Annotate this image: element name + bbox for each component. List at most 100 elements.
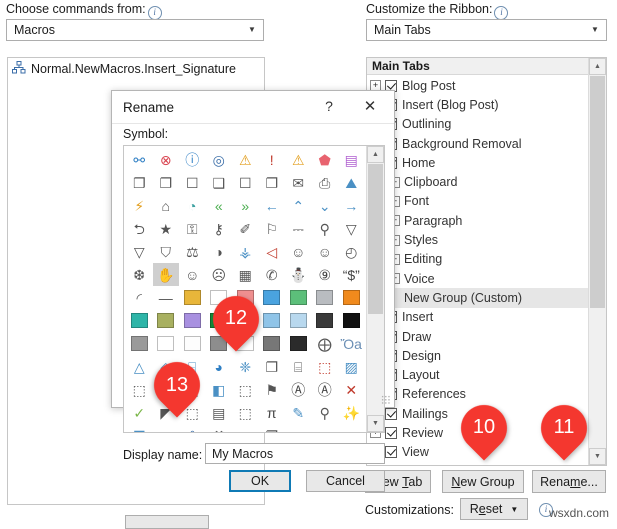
symbol-cell[interactable]: ▷ [153,424,180,433]
symbol-cell[interactable] [179,309,206,332]
list-item[interactable]: Normal.NewMacros.Insert_Signature [8,58,264,78]
tree-item[interactable]: +Insert [367,308,590,327]
symbol-cell[interactable]: ⚖ [179,240,206,263]
symbol-cell[interactable]: ☺ [285,240,312,263]
symbol-cell[interactable]: ✋ [153,263,180,286]
symbol-cell[interactable] [285,286,312,309]
tree-item[interactable]: +Outlining [367,115,590,134]
symbol-cell[interactable]: ⚶ [232,240,259,263]
symbol-cell[interactable]: π [259,401,286,424]
symbol-cell[interactable]: ⚠ [232,148,259,171]
close-icon[interactable]: ✕ [350,91,390,121]
symbol-cell[interactable]: ❐ [153,171,180,194]
tree-item[interactable]: +Insert (Blog Post) [367,95,590,114]
chevron-down-icon[interactable]: ▼ [510,505,518,514]
symbol-cell[interactable]: ⬚ [312,424,339,433]
ok-button[interactable]: OK [229,470,291,492]
symbol-cell[interactable]: ⎙ [312,171,339,194]
tree-item[interactable]: +Background Removal [367,134,590,153]
symbol-cell[interactable]: ⌸ [285,355,312,378]
symbol-cell[interactable]: ⬚ [126,378,153,401]
symbol-cell[interactable]: ❆ [126,263,153,286]
symbol-cell[interactable]: ◔ [179,194,206,217]
symbol-cell[interactable]: ☰ [126,424,153,433]
tree-item[interactable]: +Clipboard [367,172,590,191]
symbol-cell[interactable]: ❐ [259,355,286,378]
chevron-down-icon[interactable]: ▼ [584,20,606,40]
symbol-cell[interactable]: ⬚ [285,424,312,433]
symbol-cell[interactable]: ⚲ [312,217,339,240]
symbol-cell[interactable]: Ⓐ [285,378,312,401]
info-icon[interactable]: i [494,6,508,20]
symbol-cell[interactable]: ❑ [206,171,233,194]
symbol-cell[interactable] [338,286,365,309]
symbol-cell[interactable]: ▤ [338,148,365,171]
tree-item[interactable]: +Voice [367,269,590,288]
symbol-cell[interactable]: ⌃ [285,194,312,217]
symbol-cell[interactable] [285,332,312,355]
tree-scrollbar[interactable]: ▲ ▼ [588,58,606,465]
tree-item[interactable]: New Group (Custom) [367,288,590,307]
tree-item[interactable]: -Home [367,153,590,172]
symbol-cell[interactable]: ⚑ [259,378,286,401]
chevron-down-icon[interactable]: ▼ [241,20,263,40]
symbol-cell[interactable]: ❈ [232,355,259,378]
symbol-cell[interactable] [126,309,153,332]
rename-button[interactable]: Rename... [532,470,606,493]
symbol-cell[interactable]: ❐ [126,171,153,194]
symbol-cell[interactable]: ✕ [338,378,365,401]
symbol-cell[interactable]: ⑨ [312,263,339,286]
symbol-cell[interactable]: ⚡ [126,194,153,217]
symbol-cell[interactable]: ◑ [206,240,233,263]
symbol-cell[interactable]: Ⓐ [312,378,339,401]
symbol-cell[interactable]: ✎ [285,401,312,424]
symbol-cell[interactable] [259,332,286,355]
symbol-cell[interactable]: ◌ [232,424,259,433]
symbol-cell[interactable]: ⎓ [285,217,312,240]
symbol-cell[interactable]: Ὄa [338,332,365,355]
symbol-cell[interactable]: ⬚ [232,378,259,401]
symbol-cell[interactable]: ▽ [126,240,153,263]
symbol-cell[interactable]: ⛄ [285,263,312,286]
symbol-cell[interactable]: ❐ [259,424,286,433]
symbol-cell[interactable]: ⌄ [312,194,339,217]
symbol-cell[interactable]: ✨ [338,401,365,424]
symbol-cell[interactable]: ❐ [259,171,286,194]
symbol-grid-scrollbar[interactable]: ▲ ▼ [366,146,384,432]
symbol-cell[interactable]: ◇ [338,424,365,433]
symbol-cell[interactable]: ✓ [126,401,153,424]
symbol-cell[interactable]: ⨁ [312,332,339,355]
symbol-cell[interactable]: ⛉ [153,240,180,263]
scroll-up-icon[interactable]: ▲ [589,58,606,75]
symbol-cell[interactable]: ⚠ [285,148,312,171]
tree-item[interactable]: +Editing [367,250,590,269]
symbol-cell[interactable]: ⛰ [338,171,365,194]
symbol-cell[interactable] [338,309,365,332]
symbol-cell[interactable] [179,286,206,309]
symbol-cell[interactable]: “$” [338,263,365,286]
symbol-cell[interactable]: ⚓ [179,424,206,433]
symbol-cell[interactable]: ✉ [285,171,312,194]
tree-item[interactable]: +Blog Post [367,76,590,95]
scroll-down-icon[interactable]: ▼ [367,415,384,432]
symbol-cell[interactable]: » [232,194,259,217]
scroll-down-icon[interactable]: ▼ [589,448,606,465]
symbol-cell[interactable]: ◎ [206,148,233,171]
scrollbar-thumb[interactable] [368,164,383,314]
symbol-cell[interactable]: ◁ [259,240,286,263]
symbol-cell[interactable]: ⚿ [179,217,206,240]
tree-item-checkbox[interactable] [385,427,397,439]
symbol-cell[interactable]: ✆ [259,263,286,286]
resize-grip[interactable] [381,395,391,405]
tree-item[interactable]: +Draw [367,327,590,346]
symbol-cell[interactable] [126,332,153,355]
partial-bottom-button[interactable] [125,515,209,529]
symbol-cell[interactable]: ⌂ [153,194,180,217]
symbol-cell[interactable]: ⬚ [312,355,339,378]
reset-button[interactable]: Reset▼ [460,498,528,520]
tree-item[interactable]: +References [367,385,590,404]
tree-item[interactable]: +Design [367,346,590,365]
symbol-cell[interactable]: ⚒ [206,424,233,433]
symbol-cell[interactable]: ◜ [126,286,153,309]
cancel-button[interactable]: Cancel [306,470,385,492]
